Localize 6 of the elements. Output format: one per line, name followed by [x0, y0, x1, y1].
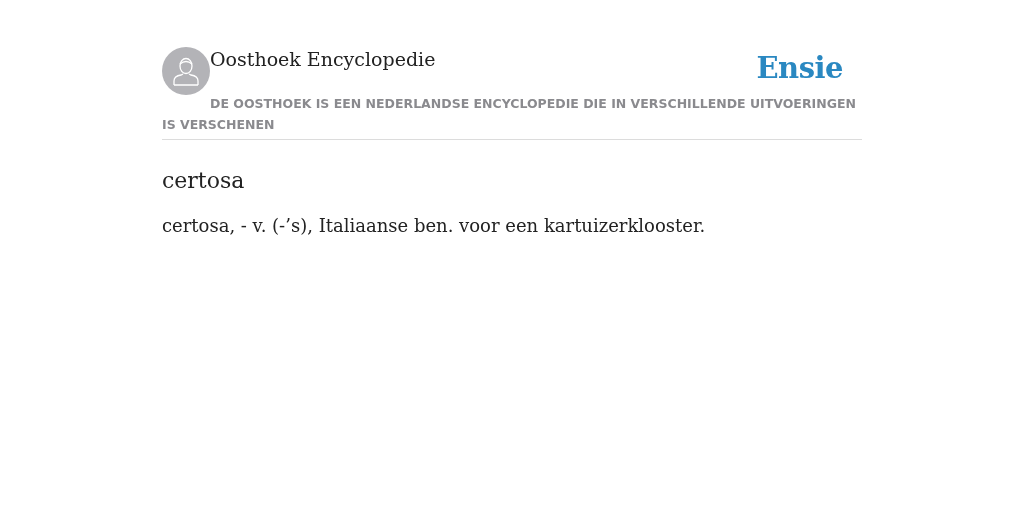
article-title: certosa: [162, 168, 246, 193]
site-name: Oosthoek Encyclopedie: [210, 47, 436, 72]
logo[interactable]: Ensie: [756, 51, 843, 85]
site-description: DE OOSTHOEK IS EEN NEDERLANDSE ENCYCLOPEDIE DIE IN VERSCHILLENDE UITVOERINGEN IS VERSCHENEN: [162, 95, 857, 134]
article-body: certosa, - v. (-’s), Italiaanse ben. voor een kartuizerklooster.: [162, 215, 707, 236]
person-icon: [172, 56, 200, 86]
